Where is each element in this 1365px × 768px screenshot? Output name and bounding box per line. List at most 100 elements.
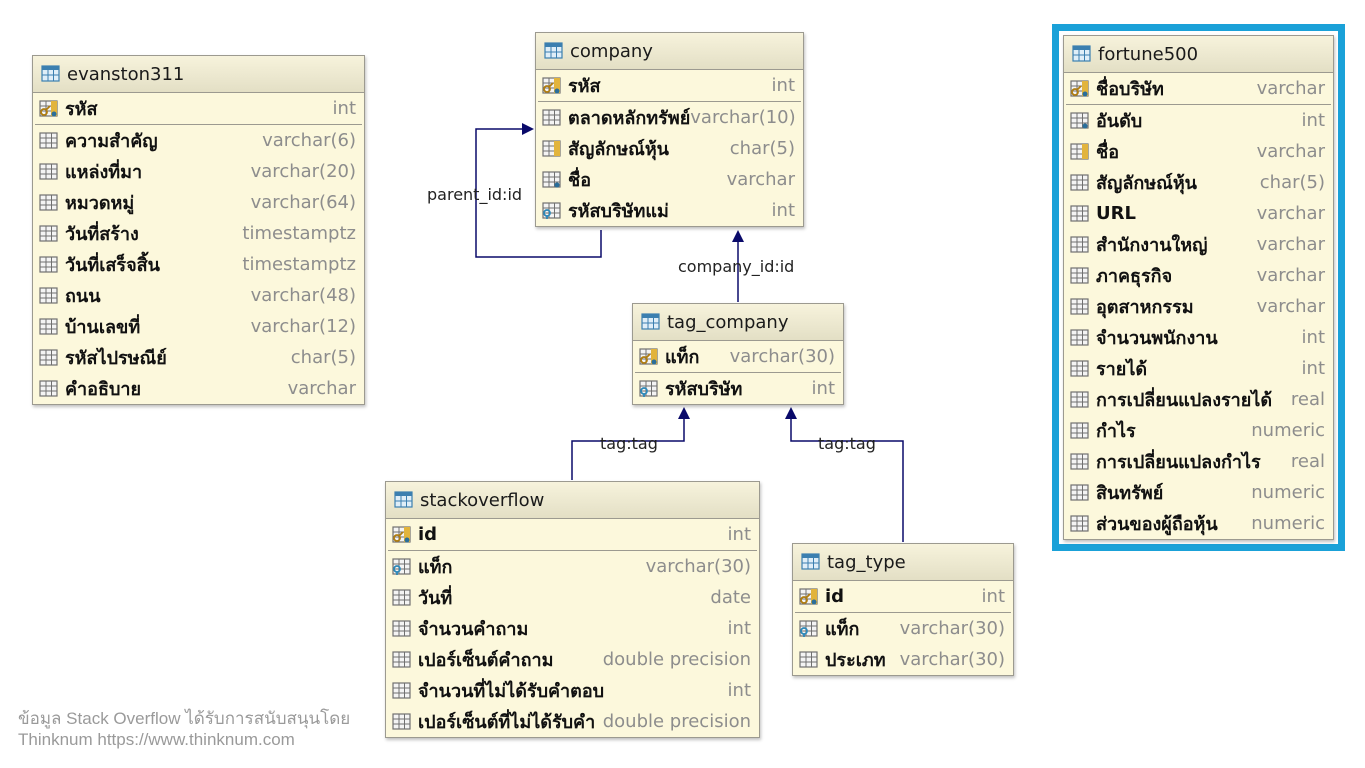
column-name: สัญลักษณ์หุ้น [1096, 173, 1197, 194]
column-icon [39, 317, 59, 336]
column-row[interactable]: วันที่เสร็จสิ้น timestamptz [33, 249, 364, 280]
column-row[interactable]: ชื่อ varchar [536, 164, 803, 195]
column-row[interactable]: ประเภท varchar(30) [793, 644, 1013, 675]
table-header[interactable]: tag_company [633, 304, 843, 341]
column-row[interactable]: อันดับ int [1064, 105, 1333, 136]
column-row[interactable]: จำนวนพนักงาน int [1064, 322, 1333, 353]
column-type: int [771, 200, 795, 221]
column-row[interactable]: แท็ก varchar(30) [386, 551, 759, 582]
column-type: varchar [1256, 141, 1325, 162]
column-type: double precision [602, 649, 751, 670]
edge-label-tag-left: tag:tag [600, 434, 658, 453]
column-row[interactable]: กำไร numeric [1064, 415, 1333, 446]
edge-label-parent: parent_id:id [427, 185, 523, 204]
column-row[interactable]: แท็ก varchar(30) [793, 613, 1013, 644]
table-tag-company[interactable]: tag_company แท็ก varchar(30) รหัสบริษัท int [632, 303, 844, 405]
column-row[interactable]: สำนักงานใหญ่ varchar [1064, 229, 1333, 260]
column-name: วันที่สร้าง [65, 224, 139, 245]
table-header[interactable]: tag_type [793, 544, 1013, 581]
edge-tag-type-tag-company [785, 407, 904, 542]
column-row[interactable]: เปอร์เซ็นต์คำถาม double precision [386, 644, 759, 675]
column-type: varchar(48) [250, 285, 356, 306]
unique-column-icon [542, 139, 562, 158]
column-row[interactable]: ชื่อ varchar [1064, 136, 1333, 167]
table-header[interactable]: evanston311 [33, 56, 364, 93]
column-row[interactable]: ชื่อบริษัท varchar [1064, 73, 1333, 104]
column-row[interactable]: วันที่สร้าง timestamptz [33, 218, 364, 249]
column-row[interactable]: คำอธิบาย varchar [33, 373, 364, 404]
column-icon [1070, 421, 1090, 440]
column-type: int [727, 618, 751, 639]
column-icon [1070, 204, 1090, 223]
column-row[interactable]: ภาคธุรกิจ varchar [1064, 260, 1333, 291]
column-name: จำนวนพนักงาน [1096, 328, 1218, 349]
column-row[interactable]: วันที่ date [386, 582, 759, 613]
column-row[interactable]: ถนน varchar(48) [33, 280, 364, 311]
column-name: id [418, 524, 438, 545]
table-header[interactable]: stackoverflow [386, 482, 759, 519]
table-company[interactable]: company รหัส int ตลาดหลักทรัพย์ varchar(10) ส… [535, 32, 804, 227]
column-row[interactable]: บ้านเลขที่ varchar(12) [33, 311, 364, 342]
fk-key-icon [639, 379, 659, 398]
notnull-column-icon [542, 170, 562, 189]
column-icon [1070, 452, 1090, 471]
column-name: ส่วนของผู้ถือหุ้น [1096, 514, 1218, 535]
attribution-line-2: Thinknum https://www.thinknum.com [18, 730, 295, 749]
column-row[interactable]: สัญลักษณ์หุ้น char(5) [1064, 167, 1333, 198]
column-row[interactable]: การเปลี่ยนแปลงกำไร real [1064, 446, 1333, 477]
column-name: หมวดหมู่ [65, 193, 135, 214]
column-row[interactable]: รหัสบริษัท int [633, 373, 843, 404]
column-row[interactable]: สินทรัพย์ numeric [1064, 477, 1333, 508]
column-row[interactable]: รายได้ int [1064, 353, 1333, 384]
column-row[interactable]: การเปลี่ยนแปลงรายได้ real [1064, 384, 1333, 415]
column-row[interactable]: แหล่งที่มา varchar(20) [33, 156, 364, 187]
column-name: URL [1096, 203, 1136, 224]
column-row[interactable]: เปอร์เซ็นต์ที่ไม่ได้รับคำ double precisio… [386, 706, 759, 737]
column-icon [1070, 235, 1090, 254]
table-name: tag_company [667, 311, 789, 333]
column-type: varchar(12) [250, 316, 356, 337]
column-row[interactable]: รหัสไปรษณีย์ char(5) [33, 342, 364, 373]
column-row[interactable]: ส่วนของผู้ถือหุ้น numeric [1064, 508, 1333, 539]
column-icon [1070, 483, 1090, 502]
column-row[interactable]: id int [793, 581, 1013, 612]
column-icon [39, 131, 59, 150]
column-type: varchar(30) [645, 556, 751, 577]
column-name: วันที่เสร็จสิ้น [65, 255, 160, 276]
table-fortune500[interactable]: fortune500 ชื่อบริษัท varchar อันดับ int ชื่อ… [1063, 35, 1334, 540]
unique-column-icon [1070, 142, 1090, 161]
column-type: varchar [287, 378, 356, 399]
column-row[interactable]: แท็ก varchar(30) [633, 341, 843, 372]
table-stackoverflow[interactable]: stackoverflow id int แท็ก varchar(30) วันที่ d… [385, 481, 760, 738]
column-name: ชื่อ [1096, 142, 1120, 163]
column-row[interactable]: รหัส int [33, 93, 364, 124]
column-row[interactable]: หมวดหมู่ varchar(64) [33, 187, 364, 218]
table-evanston311[interactable]: evanston311 รหัส int ความสำคัญ varchar(6) แหล… [32, 55, 365, 405]
table-header[interactable]: company [536, 33, 803, 70]
column-row[interactable]: ความสำคัญ varchar(6) [33, 125, 364, 156]
column-row[interactable]: id int [386, 519, 759, 550]
column-row[interactable]: จำนวนที่ไม่ได้รับคำตอบ int [386, 675, 759, 706]
column-type: numeric [1251, 420, 1325, 441]
column-name: ประเภท [825, 650, 886, 671]
column-name: อุตสาหกรรม [1096, 297, 1194, 318]
column-row[interactable]: อุตสาหกรรม varchar [1064, 291, 1333, 322]
table-tag-type[interactable]: tag_type id int แท็ก varchar(30) ประเภท varcha… [792, 543, 1014, 676]
column-row[interactable]: URL varchar [1064, 198, 1333, 229]
column-icon [799, 650, 819, 669]
fk-key-icon [799, 619, 819, 638]
column-type: int [811, 378, 835, 399]
column-name: การเปลี่ยนแปลงรายได้ [1096, 390, 1273, 411]
column-type: varchar(30) [899, 618, 1005, 639]
attribution-line-1: ข้อมูล Stack Overflow ได้รับการสนับสนุนโ… [18, 709, 351, 728]
column-row[interactable]: รหัส int [536, 70, 803, 101]
column-row[interactable]: รหัสบริษัทแม่ int [536, 195, 803, 226]
column-row[interactable]: สัญลักษณ์หุ้น char(5) [536, 133, 803, 164]
column-type: varchar [1256, 296, 1325, 317]
column-type: varchar(64) [250, 192, 356, 213]
column-name: คำอธิบาย [65, 379, 142, 400]
column-row[interactable]: ตลาดหลักทรัพย์ varchar(10) [536, 102, 803, 133]
column-type: varchar(30) [899, 649, 1005, 670]
column-row[interactable]: จำนวนคำถาม int [386, 613, 759, 644]
table-header[interactable]: fortune500 [1064, 36, 1333, 73]
